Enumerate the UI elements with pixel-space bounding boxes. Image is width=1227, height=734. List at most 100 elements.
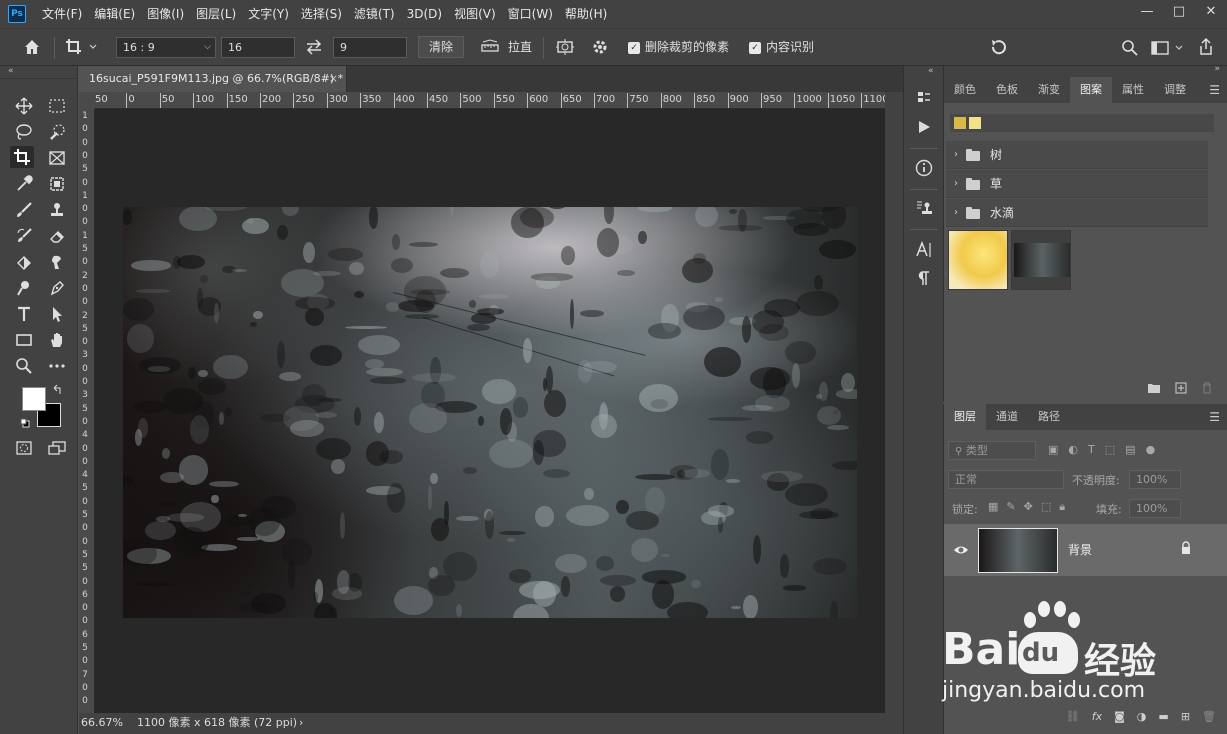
marquee-tool-icon[interactable] [45, 95, 69, 117]
ratio-select[interactable]: 16 : 9 ⌵ [116, 37, 216, 58]
adjustment-filter-icon[interactable]: ◐ [1068, 443, 1078, 459]
delete-layer-icon[interactable]: 🗑︎ [1202, 710, 1216, 723]
tab-channels[interactable]: 通道 [986, 404, 1028, 430]
spot-healing-tool-icon[interactable] [45, 173, 69, 195]
smudge-tool-icon[interactable] [45, 251, 69, 273]
menu-layer[interactable]: 图层(L) [190, 0, 242, 28]
actions-play-icon[interactable] [914, 117, 934, 137]
shape-filter-icon[interactable]: ⬚ [1105, 443, 1115, 459]
adjustment-layer-icon[interactable]: ◑ [1137, 710, 1147, 723]
opacity-input[interactable]: 100% [1129, 470, 1181, 489]
fill-input[interactable]: 100% [1129, 499, 1181, 518]
vertical-scrollbar[interactable] [885, 92, 903, 713]
screen-mode-icon[interactable] [45, 437, 69, 459]
pattern-thumbnail-yellow[interactable] [948, 230, 1008, 290]
menu-view[interactable]: 视图(V) [448, 0, 502, 28]
lock-artboard-icon[interactable]: ⬚ [1041, 500, 1051, 514]
zoom-tool-icon[interactable] [12, 355, 36, 377]
pattern-group-water[interactable]: › 水滴 [946, 199, 1208, 227]
crop-tool-icon[interactable] [10, 146, 34, 168]
tab-swatches[interactable]: 色板 [986, 77, 1028, 103]
new-folder-icon[interactable] [1147, 382, 1161, 397]
image-filter-icon[interactable]: ▣ [1048, 443, 1058, 459]
layer-row[interactable]: 背景 [944, 524, 1227, 576]
layer-thumbnail[interactable] [978, 528, 1058, 573]
lock-position-icon[interactable]: ✥ [1024, 500, 1033, 514]
close-tab-icon[interactable]: × [329, 66, 338, 92]
layer-filter-select[interactable]: ⚲ 类型 [948, 441, 1036, 460]
pattern-group-tree[interactable]: › 树 [946, 141, 1208, 169]
crop-height-input[interactable]: 9 [333, 37, 407, 58]
swap-colors-icon[interactable] [52, 384, 64, 396]
menu-filter[interactable]: 滤镜(T) [348, 0, 401, 28]
add-mask-icon[interactable]: ◙ [1114, 710, 1125, 723]
gradient-tool-icon[interactable] [12, 251, 36, 273]
layer-name[interactable]: 背景 [1068, 541, 1092, 558]
clear-button[interactable]: 清除 [418, 36, 465, 58]
delete-pixels-label[interactable]: 删除裁剪的像素 [645, 37, 729, 57]
panel-menu-icon[interactable]: ☰ [1209, 77, 1220, 103]
content-aware-checkbox[interactable]: ✓ [749, 42, 761, 54]
type-filter-icon[interactable]: T [1088, 443, 1095, 459]
gear-icon[interactable] [590, 37, 610, 57]
character-panel-icon[interactable] [914, 240, 934, 260]
home-icon[interactable] [22, 37, 42, 57]
lock-all-icon[interactable]: 🔒︎ [1059, 500, 1065, 514]
recent-pattern-swatch[interactable] [954, 117, 966, 129]
straighten-label[interactable]: 拉直 [508, 37, 532, 57]
new-layer-icon[interactable]: ⊞ [1181, 710, 1190, 723]
history-panel-icon[interactable] [914, 88, 934, 108]
tab-color[interactable]: 颜色 [944, 77, 986, 103]
swap-icon[interactable] [305, 39, 323, 55]
tab-adjustments[interactable]: 调整 [1154, 77, 1196, 103]
menu-edit[interactable]: 编辑(E) [88, 0, 141, 28]
more-tools-icon[interactable] [45, 355, 69, 377]
history-brush-tool-icon[interactable] [12, 225, 36, 247]
collapse-dock-icon[interactable]: « [928, 66, 934, 76]
blend-mode-select[interactable]: 正常 [948, 470, 1064, 489]
rectangle-tool-icon[interactable] [12, 329, 36, 351]
menu-3d[interactable]: 3D(D) [401, 0, 448, 28]
search-icon[interactable] [1120, 38, 1140, 58]
pattern-group-grass[interactable]: › 草 [946, 170, 1208, 198]
menu-select[interactable]: 选择(S) [295, 0, 348, 28]
pen-tool-icon[interactable] [45, 277, 69, 299]
delete-pixels-checkbox[interactable]: ✓ [628, 42, 640, 54]
overlay-options-icon[interactable] [555, 37, 575, 57]
path-selection-tool-icon[interactable] [45, 303, 69, 325]
filter-toggle-icon[interactable]: ● [1146, 443, 1156, 459]
straighten-icon[interactable] [480, 39, 500, 55]
new-group-icon[interactable]: ▬ [1158, 710, 1168, 723]
trash-icon[interactable] [1201, 382, 1213, 397]
lock-transparent-icon[interactable]: ▦ [988, 500, 998, 514]
paragraph-panel-icon[interactable] [914, 268, 934, 288]
link-layers-icon[interactable]: ⛓ [1066, 710, 1080, 723]
minimize-button[interactable]: — [1131, 0, 1163, 22]
status-menu-arrow[interactable]: › [299, 713, 303, 733]
hand-tool-icon[interactable] [45, 329, 69, 351]
crop-tool-preset-icon[interactable] [64, 37, 98, 57]
workspace-icon[interactable] [1150, 38, 1186, 58]
close-window-button[interactable]: ✕ [1195, 0, 1227, 22]
clone-stamp-tool-icon[interactable] [45, 199, 69, 221]
menu-file[interactable]: 文件(F) [36, 0, 88, 28]
smart-object-filter-icon[interactable]: ▤ [1125, 443, 1135, 459]
menu-type[interactable]: 文字(Y) [242, 0, 295, 28]
clone-source-icon[interactable] [914, 198, 934, 218]
brush-tool-icon[interactable] [12, 199, 36, 221]
visibility-eye-icon[interactable] [953, 542, 969, 558]
tab-layers[interactable]: 图层 [944, 404, 986, 430]
tab-properties[interactable]: 属性 [1112, 77, 1154, 103]
quick-selection-tool-icon[interactable] [45, 121, 69, 143]
dodge-tool-icon[interactable] [12, 277, 36, 299]
crop-width-input[interactable]: 16 [221, 37, 295, 58]
document-image[interactable] [123, 207, 857, 618]
tab-paths[interactable]: 路径 [1028, 404, 1070, 430]
menu-image[interactable]: 图像(I) [141, 0, 190, 28]
quick-mask-icon[interactable] [12, 437, 36, 459]
panel-menu-icon[interactable]: ☰ [1209, 404, 1220, 430]
maximize-button[interactable]: □ [1163, 0, 1195, 22]
frame-tool-icon[interactable] [45, 147, 69, 169]
lock-pixels-icon[interactable]: ✎ [1006, 500, 1015, 514]
foreground-color-swatch[interactable] [22, 387, 46, 411]
